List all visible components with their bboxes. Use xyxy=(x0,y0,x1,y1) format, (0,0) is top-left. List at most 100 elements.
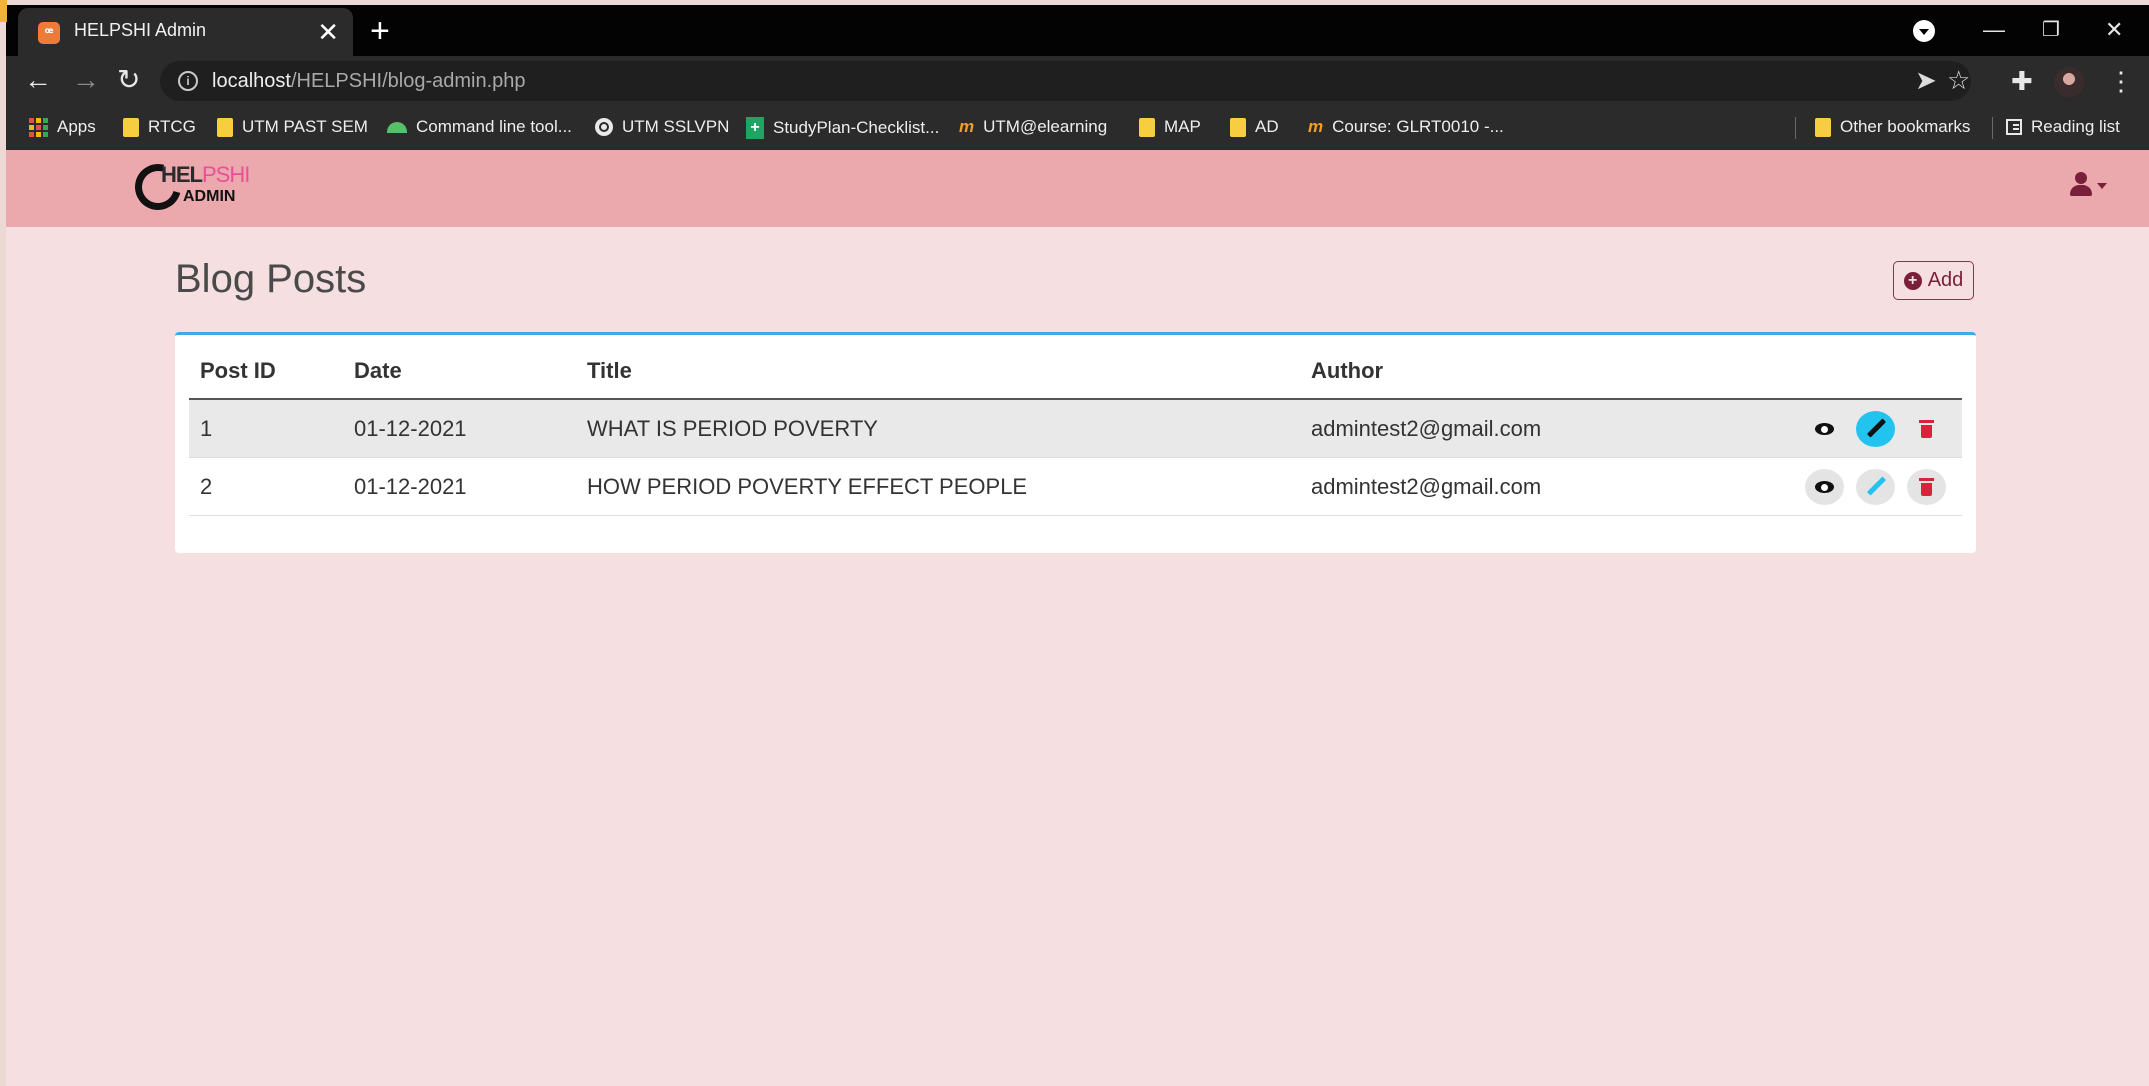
view-post-button[interactable] xyxy=(1805,411,1844,447)
user-menu-dropdown[interactable] xyxy=(2070,170,2107,198)
trash-icon xyxy=(1919,477,1934,496)
xampp-icon: ꟹ xyxy=(38,22,60,44)
bookmark-label: StudyPlan-Checklist... xyxy=(773,118,940,137)
view-post-button[interactable] xyxy=(1804,468,1844,505)
eye-icon xyxy=(1814,422,1834,435)
pencil-icon xyxy=(1866,475,1886,496)
close-tab-icon[interactable]: ✕ xyxy=(317,17,339,47)
blog-posts-table: Post ID Date Title Author 1 01-12-2021 W… xyxy=(189,343,1962,516)
bookmark-map[interactable]: MAP xyxy=(1139,117,1201,137)
send-tab-icon[interactable]: ➤ xyxy=(1915,63,1937,97)
bookmark-course-glrt0010[interactable]: m Course: GLRT0010 -... xyxy=(1308,117,1504,137)
bookmark-utm-elearning[interactable]: m UTM@elearning xyxy=(959,117,1107,137)
column-header-date: Date xyxy=(343,343,576,400)
sheets-icon: + xyxy=(746,117,764,139)
table-row[interactable]: 1 01-12-2021 WHAT IS PERIOD POVERTY admi… xyxy=(189,399,1962,458)
eye-icon xyxy=(1814,480,1834,493)
url-host: localhost xyxy=(212,70,291,92)
bookmark-command-line-tool[interactable]: Command line tool... xyxy=(387,117,572,137)
bookmarks-divider xyxy=(1992,117,1993,139)
cell-date: 01-12-2021 xyxy=(343,399,576,458)
delete-post-button[interactable] xyxy=(1907,411,1946,447)
bookmark-ad[interactable]: AD xyxy=(1230,117,1279,137)
edit-post-button[interactable] xyxy=(1855,410,1895,447)
address-bar[interactable]: i localhost/HELPSHI/blog-admin.php ➤ ☆ xyxy=(160,61,1971,101)
extensions-icon[interactable]: ✚ xyxy=(2011,65,2033,97)
bookmark-utm-sslvpn[interactable]: UTM SSLVPN xyxy=(595,117,729,137)
cell-post-id: 1 xyxy=(189,399,343,458)
bookmark-label: Other bookmarks xyxy=(1840,117,1971,136)
browser-tab[interactable]: ꟹ HELPSHI Admin ✕ xyxy=(18,8,353,56)
bookmark-label: UTM SSLVPN xyxy=(622,117,730,136)
tab-search-icon[interactable] xyxy=(1913,20,1935,42)
add-button-label: Add xyxy=(1927,269,1964,291)
moodle-icon: m xyxy=(1308,117,1324,136)
logo-text-pink: PSHI xyxy=(202,162,250,187)
new-tab-button[interactable]: + xyxy=(370,13,390,49)
bookmark-label: Command line tool... xyxy=(416,117,572,136)
column-header-title: Title xyxy=(576,343,1300,400)
cell-title: WHAT IS PERIOD POVERTY xyxy=(576,399,1300,458)
helpshi-logo[interactable]: HELPSHI ADMIN xyxy=(126,155,255,219)
logo-wordmark: HELPSHI xyxy=(161,162,250,188)
delete-post-button[interactable] xyxy=(1907,468,1946,505)
window-corner-accent xyxy=(0,0,7,22)
column-header-actions xyxy=(1770,343,1962,400)
bookmark-label: Course: GLRT0010 -... xyxy=(1332,117,1504,136)
apps-grid-icon xyxy=(29,117,48,137)
moodle-icon: m xyxy=(959,117,975,136)
cell-author: admintest2@gmail.com xyxy=(1300,457,1770,516)
cell-title: HOW PERIOD POVERTY EFFECT PEOPLE xyxy=(576,457,1300,516)
bookmark-label: Apps xyxy=(57,117,96,136)
bookmarks-divider xyxy=(1795,117,1796,139)
table-header-row: Post ID Date Title Author xyxy=(189,343,1962,400)
column-header-post-id: Post ID xyxy=(189,343,343,400)
reload-icon[interactable]: ↻ xyxy=(117,64,140,96)
folder-icon xyxy=(123,117,139,137)
bookmark-other-bookmarks[interactable]: Other bookmarks xyxy=(1815,117,1970,137)
admin-navbar: HELPSHI ADMIN xyxy=(6,150,2149,227)
back-icon[interactable]: ← xyxy=(24,64,52,96)
forward-icon[interactable]: → xyxy=(72,64,100,96)
bookmark-reading-list[interactable]: Reading list xyxy=(2006,117,2120,137)
plus-circle-icon: + xyxy=(1903,271,1922,290)
menu-icon[interactable]: ⋮ xyxy=(2108,65,2134,97)
tab-title: HELPSHI Admin xyxy=(74,20,207,40)
add-post-button[interactable]: + Add xyxy=(1893,261,1974,300)
bookmark-studyplan[interactable]: + StudyPlan-Checklist... xyxy=(746,117,939,139)
caret-down-icon xyxy=(2097,183,2107,189)
android-icon xyxy=(387,121,407,133)
cell-author: admintest2@gmail.com xyxy=(1300,399,1770,458)
table-row[interactable]: 2 01-12-2021 HOW PERIOD POVERTY EFFECT P… xyxy=(189,457,1962,516)
cell-date: 01-12-2021 xyxy=(343,457,576,516)
logo-text-dark: HEL xyxy=(161,162,203,187)
bookmark-utm-past-sem[interactable]: UTM PAST SEM xyxy=(217,117,368,137)
user-icon xyxy=(2070,170,2092,198)
minimize-icon[interactable]: — xyxy=(1983,15,2005,45)
bookmark-rtcg[interactable]: RTCG xyxy=(123,117,196,137)
globe-icon xyxy=(595,118,613,136)
edit-post-button[interactable] xyxy=(1855,468,1895,505)
browser-toolbar: ← → ↻ i localhost/HELPSHI/blog-admin.php… xyxy=(6,56,2149,106)
cell-post-id: 2 xyxy=(189,457,343,516)
cell-actions xyxy=(1770,399,1962,458)
profile-avatar[interactable] xyxy=(2054,67,2084,97)
blog-posts-card: Post ID Date Title Author 1 01-12-2021 W… xyxy=(175,332,1976,553)
close-window-icon[interactable]: ✕ xyxy=(2105,15,2123,45)
bookmark-label: MAP xyxy=(1164,117,1201,136)
restore-icon[interactable]: ❐ xyxy=(2042,15,2060,45)
bookmark-label: AD xyxy=(1255,117,1279,136)
trash-icon xyxy=(1919,419,1934,438)
folder-icon xyxy=(217,117,233,137)
page-content: HELPSHI ADMIN Blog Posts + Add Post ID D… xyxy=(6,150,2149,1086)
bookmark-star-icon[interactable]: ☆ xyxy=(1947,63,1970,97)
cell-actions xyxy=(1770,457,1962,516)
folder-icon xyxy=(1815,117,1831,137)
bookmark-apps[interactable]: Apps xyxy=(29,117,96,137)
logo-admin-text: ADMIN xyxy=(183,188,236,205)
reading-list-icon xyxy=(2006,119,2022,135)
bookmark-label: RTCG xyxy=(148,117,196,136)
site-info-icon[interactable]: i xyxy=(178,71,198,91)
folder-icon xyxy=(1139,117,1155,137)
bookmark-label: UTM@elearning xyxy=(983,117,1108,136)
